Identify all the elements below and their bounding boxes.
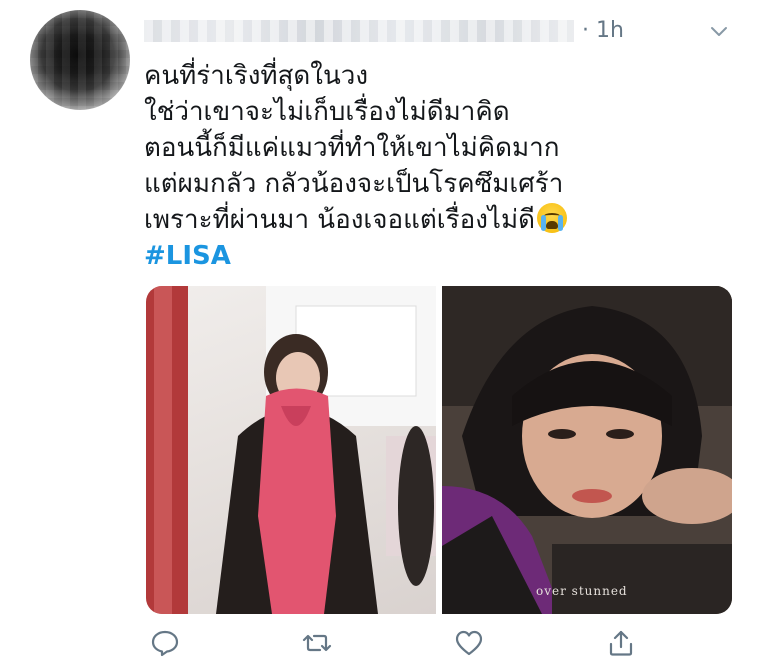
timestamp[interactable]: 1h [596, 18, 624, 43]
tweet-text: คนที่ร่าเริงที่สุดในวง ใช่ว่าเขาจะไม่เก็… [144, 58, 744, 274]
reply-icon[interactable] [150, 628, 180, 658]
blurred-username[interactable] [144, 20, 574, 42]
tweet-line-with-emoji: เพราะที่ผ่านมา น้องเจอแต่เรื่องไม่ดี [144, 202, 744, 238]
media-grid: over stunned [146, 286, 732, 614]
tweet-line: คนที่ร่าเริงที่สุดในวง [144, 61, 369, 91]
share-icon[interactable] [606, 628, 636, 658]
tweet-line: ใช่ว่าเขาจะไม่เก็บเรื่องไม่ดีมาคิด [144, 97, 510, 127]
avatar[interactable] [30, 10, 130, 110]
retweet-icon[interactable] [302, 628, 332, 658]
watermark-text: over stunned [536, 584, 628, 598]
chevron-down-icon[interactable] [710, 22, 728, 40]
hashtag-link[interactable]: #LISA [144, 238, 744, 274]
tweet-actions [144, 628, 744, 660]
tweet-line: แต่ผมกลัว กลัวน้องจะเป็นโรคซึมเศร้า [144, 169, 564, 199]
photo-left-illustration [146, 286, 436, 614]
photo-right-illustration [442, 286, 732, 614]
photo-left[interactable] [146, 286, 436, 614]
crying-face-emoji-icon [537, 203, 568, 233]
photo-right[interactable]: over stunned [442, 286, 732, 614]
separator-dot: · [582, 18, 589, 43]
tweet-line: เพราะที่ผ่านมา น้องเจอแต่เรื่องไม่ดี [144, 205, 536, 235]
tweet-header: · 1h [144, 14, 744, 46]
like-icon[interactable] [454, 628, 484, 658]
tweet-line: ตอนนี้ก็มีแค่แมวที่ทำให้เขาไม่คิดมาก [144, 133, 560, 163]
